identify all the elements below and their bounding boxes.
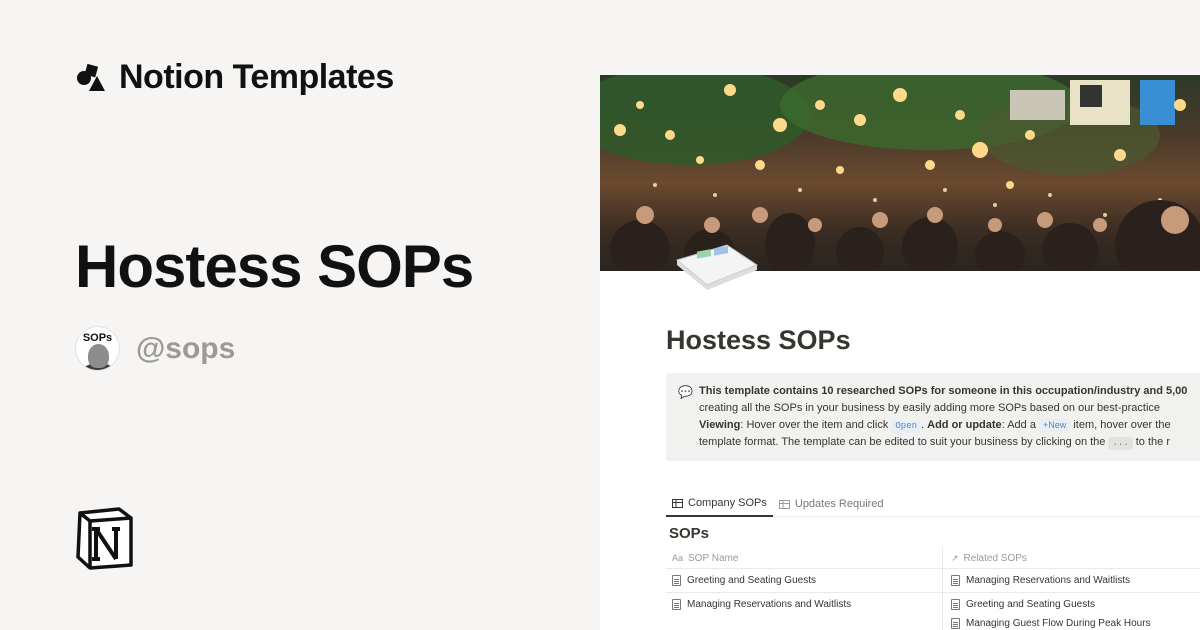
brand-header: Notion Templates (75, 58, 394, 97)
more-dots-chip: ... (1108, 437, 1133, 450)
avatar-face-shape (88, 344, 109, 368)
database-view-tabs: Company SOPs Updates Required (666, 491, 1200, 517)
related-sop-link[interactable]: Managing Guest Flow During Peak Hours (951, 614, 1198, 630)
author-handle: @sops (136, 331, 236, 365)
notion-templates-shapes-icon (77, 63, 105, 91)
text-property-icon: Aa (672, 553, 684, 563)
callout-line-4: template format. The template can be edi… (699, 436, 1170, 450)
page-icon (672, 575, 681, 586)
column-header-sop-name[interactable]: Aa SOP Name (666, 547, 943, 569)
speech-bubble-icon: 💬 (678, 385, 693, 399)
page-icon (951, 599, 960, 610)
brand-name: Notion Templates (119, 58, 394, 96)
author-byline: SOPs @sops (75, 326, 235, 371)
new-chip: +New (1039, 419, 1071, 432)
sop-name-cell[interactable]: Managing Reservations and Waitlists (672, 595, 936, 614)
related-sop-link[interactable]: Managing Reservations and Waitlists (951, 571, 1198, 590)
column-header-related-sops[interactable]: ↗ Related SOPs (943, 547, 1200, 569)
relation-arrow-icon: ↗ (951, 552, 959, 563)
open-chip: Open (891, 420, 921, 433)
table-row[interactable]: Managing Reservations and Waitlists Gree… (666, 593, 1200, 630)
notion-page-preview: Hostess SOPs 💬 This template contains 10… (600, 75, 1200, 630)
sops-table: Aa SOP Name ↗ Related SOPs Greeting and Se… (666, 547, 1200, 630)
table-icon (672, 498, 683, 508)
page-title: Hostess SOPs (666, 325, 851, 355)
tab-updates-required[interactable]: Updates Required (773, 491, 890, 517)
tab-company-sops[interactable]: Company SOPs (666, 491, 773, 517)
callout-line-3: Viewing: Hover over the item and click O… (699, 419, 1171, 433)
tab-label: Updates Required (794, 498, 884, 510)
tab-label: Company SOPs (688, 497, 767, 509)
page-icon (951, 575, 960, 586)
table-header-row: Aa SOP Name ↗ Related SOPs (666, 547, 1200, 569)
notion-logo (76, 507, 133, 570)
page-icon (672, 599, 681, 610)
hero-title: Hostess SOPs (75, 233, 474, 300)
avatar-label: SOPs (82, 332, 113, 344)
callout-line-2: creating all the SOPs in your business b… (699, 402, 1161, 414)
sop-name-cell[interactable]: Greeting and Seating Guests (672, 571, 936, 590)
callout-line-1: This template contains 10 researched SOP… (699, 385, 1188, 397)
related-sop-link[interactable]: Greeting and Seating Guests (951, 595, 1198, 614)
avatar: SOPs (75, 326, 120, 371)
table-icon (778, 499, 790, 509)
page-icon (951, 618, 960, 629)
page-document-icon (675, 244, 759, 290)
table-row[interactable]: Greeting and Seating Guests Managing Res… (666, 569, 1200, 593)
database-title: SOPs (669, 525, 710, 542)
instructions-callout: 💬 This template contains 10 researched S… (666, 373, 1200, 461)
